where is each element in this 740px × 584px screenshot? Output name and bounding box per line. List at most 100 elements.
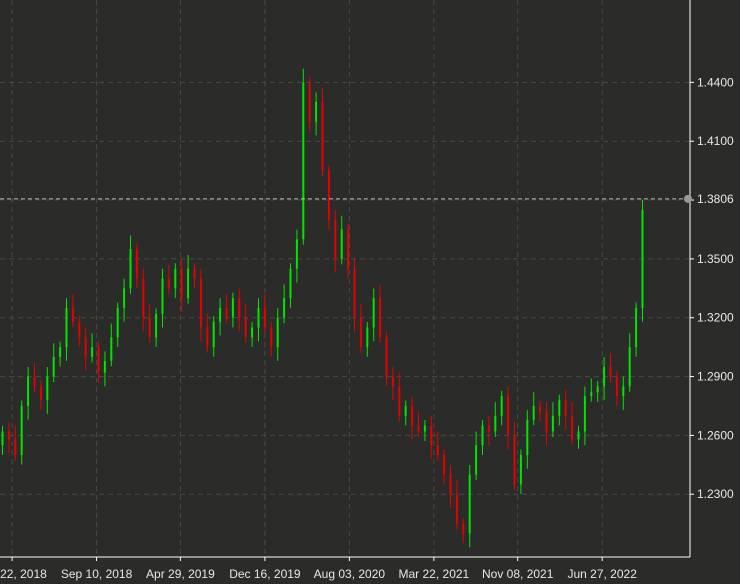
candle-body xyxy=(20,405,23,456)
candle-body xyxy=(372,298,375,328)
candle-body xyxy=(379,298,382,338)
y-tick-label: 1.3200 xyxy=(697,311,734,325)
candle-body xyxy=(391,376,394,387)
candle-body xyxy=(7,431,10,440)
candle-body xyxy=(161,278,164,314)
candle-body xyxy=(59,347,62,357)
candle-body xyxy=(91,347,94,357)
candle-body xyxy=(487,425,490,432)
candle-body xyxy=(46,376,49,401)
candle-body xyxy=(212,321,215,348)
candlestick-chart: 1.44001.41001.38001.35001.32001.29001.26… xyxy=(0,0,738,581)
candle-body xyxy=(539,405,542,412)
candle-body xyxy=(231,298,234,318)
candle-body xyxy=(283,298,286,318)
candle-body xyxy=(193,268,196,279)
candle-body xyxy=(609,366,612,377)
candle-body xyxy=(590,392,593,397)
candle-body xyxy=(206,327,209,348)
candle-body xyxy=(468,474,471,534)
y-tick-label: 1.2300 xyxy=(697,487,734,501)
current-price-label: 1.3806 xyxy=(697,192,734,206)
candle-body xyxy=(577,431,580,440)
candle-body xyxy=(238,298,241,318)
candle-body xyxy=(622,386,625,397)
y-tick-label: 1.2600 xyxy=(697,428,734,442)
candle-body xyxy=(449,474,452,495)
candle-body xyxy=(423,425,426,432)
candle-body xyxy=(321,101,324,171)
candle-body xyxy=(14,439,17,456)
candle-body xyxy=(174,268,177,289)
candle-body xyxy=(270,327,273,348)
x-tick-label: Sep 10, 2018 xyxy=(61,567,133,581)
candle-body xyxy=(295,239,298,269)
candle-body xyxy=(603,366,606,387)
candle-body xyxy=(308,82,311,122)
grid xyxy=(0,0,690,557)
candle-body xyxy=(219,307,222,322)
candle-body xyxy=(500,396,503,416)
candle-body xyxy=(340,229,343,259)
candle-body xyxy=(359,317,362,348)
candle-body xyxy=(583,396,586,432)
x-tick-label: Jan 22, 2018 xyxy=(0,567,47,581)
candle-body xyxy=(417,425,420,432)
y-tick-label: 1.4400 xyxy=(697,75,734,89)
candle-body xyxy=(289,268,292,299)
candle-body xyxy=(615,376,618,397)
x-tick-label: Mar 22, 2021 xyxy=(399,567,470,581)
candles xyxy=(1,68,644,548)
candle-body xyxy=(494,415,497,432)
candle-body xyxy=(142,278,145,318)
y-axis-ticks: 1.44001.41001.38001.35001.32001.29001.26… xyxy=(690,75,734,501)
current-price-dot xyxy=(684,194,692,203)
candle-body xyxy=(347,229,350,269)
candle-body xyxy=(334,219,337,259)
candle-body xyxy=(327,170,330,220)
candle-body xyxy=(353,268,356,318)
candle-body xyxy=(110,337,113,361)
candle-body xyxy=(455,494,458,524)
current-price-marker: 1.3806 xyxy=(0,190,738,207)
candle-body xyxy=(84,337,87,357)
candle-body xyxy=(187,268,190,299)
candle-body xyxy=(641,209,644,308)
candle-body xyxy=(558,400,561,416)
candle-body xyxy=(436,445,439,456)
candle-body xyxy=(116,307,119,338)
y-tick-label: 1.2900 xyxy=(697,370,734,384)
x-tick-label: Dec 16, 2019 xyxy=(229,567,301,581)
candle-body xyxy=(33,376,36,387)
candle-body xyxy=(481,425,484,446)
y-tick-label: 1.3500 xyxy=(697,252,734,266)
x-axis-ticks: Jan 22, 2018 Sep 10, 2018 Apr 29, 2019 Dec … xyxy=(0,557,637,581)
candle-body xyxy=(635,307,638,348)
candle-body xyxy=(526,419,529,456)
candle-body xyxy=(225,307,228,318)
candle-body xyxy=(244,317,247,338)
candle-body xyxy=(276,317,279,348)
candle-body xyxy=(475,445,478,475)
candle-body xyxy=(545,411,548,432)
x-tick-label: Apr 29, 2019 xyxy=(146,567,215,581)
candle-body xyxy=(52,356,55,377)
candle-body xyxy=(628,347,631,387)
candle-body xyxy=(167,278,170,289)
candle-body xyxy=(103,360,106,373)
x-tick-label: Nov 08, 2021 xyxy=(482,567,554,581)
candle-body xyxy=(430,425,433,446)
candle-body xyxy=(385,337,388,377)
candle-body xyxy=(315,101,318,122)
x-tick-label: Aug 03, 2020 xyxy=(314,567,386,581)
candle-body xyxy=(513,435,516,485)
candle-body xyxy=(507,396,510,436)
candle-body xyxy=(404,405,407,416)
candle-body xyxy=(564,400,567,416)
candle-body xyxy=(135,249,138,279)
candle-body xyxy=(366,327,369,348)
candle-body xyxy=(532,405,535,420)
candle-body xyxy=(71,307,74,322)
candle-body xyxy=(263,307,266,328)
candle-body xyxy=(39,386,42,401)
